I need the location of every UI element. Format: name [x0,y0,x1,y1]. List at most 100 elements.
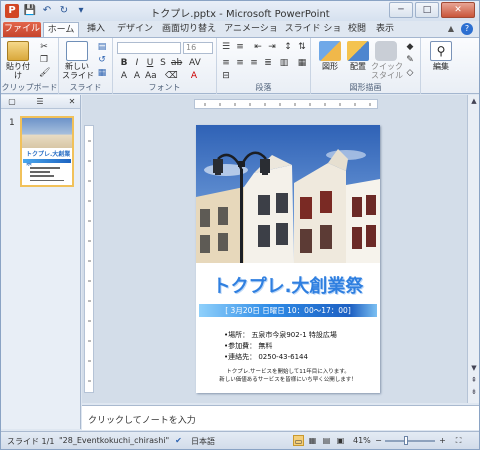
tab-transitions[interactable]: 画面切り替え [159,22,219,38]
zoom-slider[interactable] [385,436,435,445]
font-color-icon[interactable]: A [189,71,199,81]
slideshow-view-icon[interactable]: ▣ [335,435,346,446]
change-case-icon[interactable]: Aa [145,71,157,81]
vertical-ruler[interactable] [84,125,94,393]
horizontal-ruler[interactable] [194,99,378,109]
tab-home[interactable]: ホーム [43,22,79,38]
zoom-slider-thumb[interactable] [404,436,408,445]
strikethrough-icon[interactable]: ab [171,58,182,68]
arrange-label: 配置 [350,62,366,71]
reading-view-icon[interactable]: ▤ [321,435,332,446]
minimize-button[interactable]: ─ [389,2,413,18]
decrease-indent-icon[interactable]: ⇤ [253,42,263,52]
char-spacing-icon[interactable]: AV [189,58,201,68]
help-icon[interactable]: ? [461,23,473,35]
paste-label: 貼り付け [6,62,30,80]
line-spacing-icon[interactable]: ↕ [283,42,293,52]
slide-info-contact[interactable]: •連絡先： 0250-43-6144 [224,352,308,362]
zoom-out-icon[interactable]: − [373,435,384,446]
scroll-down-icon[interactable]: ▼ [469,363,479,373]
shape-fill-icon[interactable]: ◆ [405,42,415,52]
quick-styles-button[interactable]: クイック スタイル [371,41,403,80]
justify-icon[interactable]: ≣ [263,58,273,68]
editing-button[interactable]: ⚲ 編集 [426,41,456,71]
font-size-combo[interactable]: 16 [183,42,213,54]
section-icon[interactable]: ▦ [97,68,107,78]
shrink-font-icon[interactable]: A [132,71,142,81]
tab-slideshow[interactable]: スライド ショー [283,22,343,49]
outline-tab-icon[interactable]: ☰ [33,97,47,107]
slides-tab-icon[interactable]: ▢ [5,97,19,107]
tab-review[interactable]: 校閲 [345,22,369,38]
layout-icon[interactable]: ▤ [97,42,107,52]
format-painter-icon[interactable]: 🖌 [39,68,50,78]
redo-icon[interactable]: ↻ [57,4,71,18]
bullets-icon[interactable]: ☰ [221,42,231,52]
tab-animations[interactable]: アニメーション [221,22,281,49]
bold-icon[interactable]: B [119,58,129,68]
new-slide-label: 新しい スライド [62,62,94,80]
shapes-button[interactable]: 図形 [315,41,345,71]
tab-insert[interactable]: 挿入 [83,22,109,38]
close-pane-icon[interactable]: ✕ [65,97,79,107]
group-label-paragraph: 段落 [255,83,272,92]
columns-icon[interactable]: ▥ [279,58,289,68]
spelling-check-icon[interactable]: ✔ [173,435,184,446]
tab-file[interactable]: ファイル [3,22,41,38]
undo-icon[interactable]: ↶ [40,4,54,18]
shape-outline-icon[interactable]: ✎ [405,55,415,65]
shape-effects-icon[interactable]: ◇ [405,68,415,78]
notes-pane[interactable]: クリックしてノートを入力 [82,405,479,430]
previous-slide-icon[interactable]: ⇞ [469,375,479,385]
save-icon[interactable]: 💾 [23,4,37,18]
tab-view[interactable]: 表示 [373,22,397,38]
powerpoint-logo-icon[interactable]: P [5,4,19,18]
zoom-in-icon[interactable]: + [437,435,448,446]
new-slide-button[interactable]: 新しい スライド [62,41,94,80]
underline-icon[interactable]: U [145,58,155,68]
next-slide-icon[interactable]: ⇟ [469,387,479,397]
numbering-icon[interactable]: ≡ [235,42,245,52]
slide-title[interactable]: トクプレ.大創業祭 [196,272,380,298]
status-language[interactable]: 日本語 [191,436,215,447]
slide-thumbnail[interactable]: トクプレ.大創業祭 [20,116,74,187]
status-zoom-level[interactable]: 41% [353,436,371,445]
italic-icon[interactable]: I [132,58,142,68]
slide-note-line[interactable]: 新しい価値あるサービスを皆様にいち早く公開します！ [196,375,380,383]
align-right-icon[interactable]: ≡ [249,58,259,68]
slide-sorter-icon[interactable]: ▦ [307,435,318,446]
clear-format-icon[interactable]: ⌫ [165,71,178,81]
status-slide-count[interactable]: スライド 1/1 [7,436,54,447]
status-theme-name[interactable]: "28_Eventkokuchi_chirashi" [59,436,169,445]
minimize-ribbon-icon[interactable]: ▲ [445,23,457,35]
smartart-icon[interactable]: ▦ [297,58,307,68]
normal-view-icon[interactable]: ▭ [293,435,304,446]
thumbnail-photo [22,118,72,148]
align-left-icon[interactable]: ≡ [221,58,231,68]
slide-info-fee[interactable]: •参加費： 無料 [224,341,272,351]
arrange-button[interactable]: 配置 [343,41,373,71]
slide-info-location[interactable]: •場所： 五泉市今泉902-1 特設広場 [224,330,337,340]
increase-indent-icon[interactable]: ⇥ [267,42,277,52]
close-button[interactable]: ✕ [441,2,475,18]
copy-icon[interactable]: ❐ [39,55,49,65]
fit-to-window-icon[interactable]: ⛶ [453,435,464,446]
text-direction-icon[interactable]: ⇅ [297,42,307,52]
scroll-up-icon[interactable]: ▲ [469,96,479,106]
slide-canvas[interactable]: トクプレ.大創業祭 [ 3月20日 日曜日 10：00～17：00] •場所： … [196,125,380,393]
slide-date-band[interactable]: [ 3月20日 日曜日 10：00～17：00] [199,304,377,317]
grow-font-icon[interactable]: A [119,71,129,81]
paste-button[interactable]: 貼り付け [3,41,33,80]
vertical-scrollbar[interactable]: ▲ ▼ ⇞ ⇟ [467,95,479,403]
reset-icon[interactable]: ↺ [97,55,107,65]
cut-icon[interactable]: ✂ [39,42,49,52]
font-name-combo[interactable] [117,42,181,54]
align-text-icon[interactable]: ⊟ [221,71,231,81]
slide-note-line[interactable]: トクプレ.サービスを開始して11年目に入ります。 [196,367,380,375]
quick-styles-label: クイック スタイル [371,62,403,80]
customize-qat-icon[interactable]: ▾ [74,4,88,18]
tab-design[interactable]: デザイン [113,22,157,38]
align-center-icon[interactable]: ≡ [235,58,245,68]
maximize-button[interactable]: □ [415,2,439,18]
shadow-icon[interactable]: S [158,58,168,68]
